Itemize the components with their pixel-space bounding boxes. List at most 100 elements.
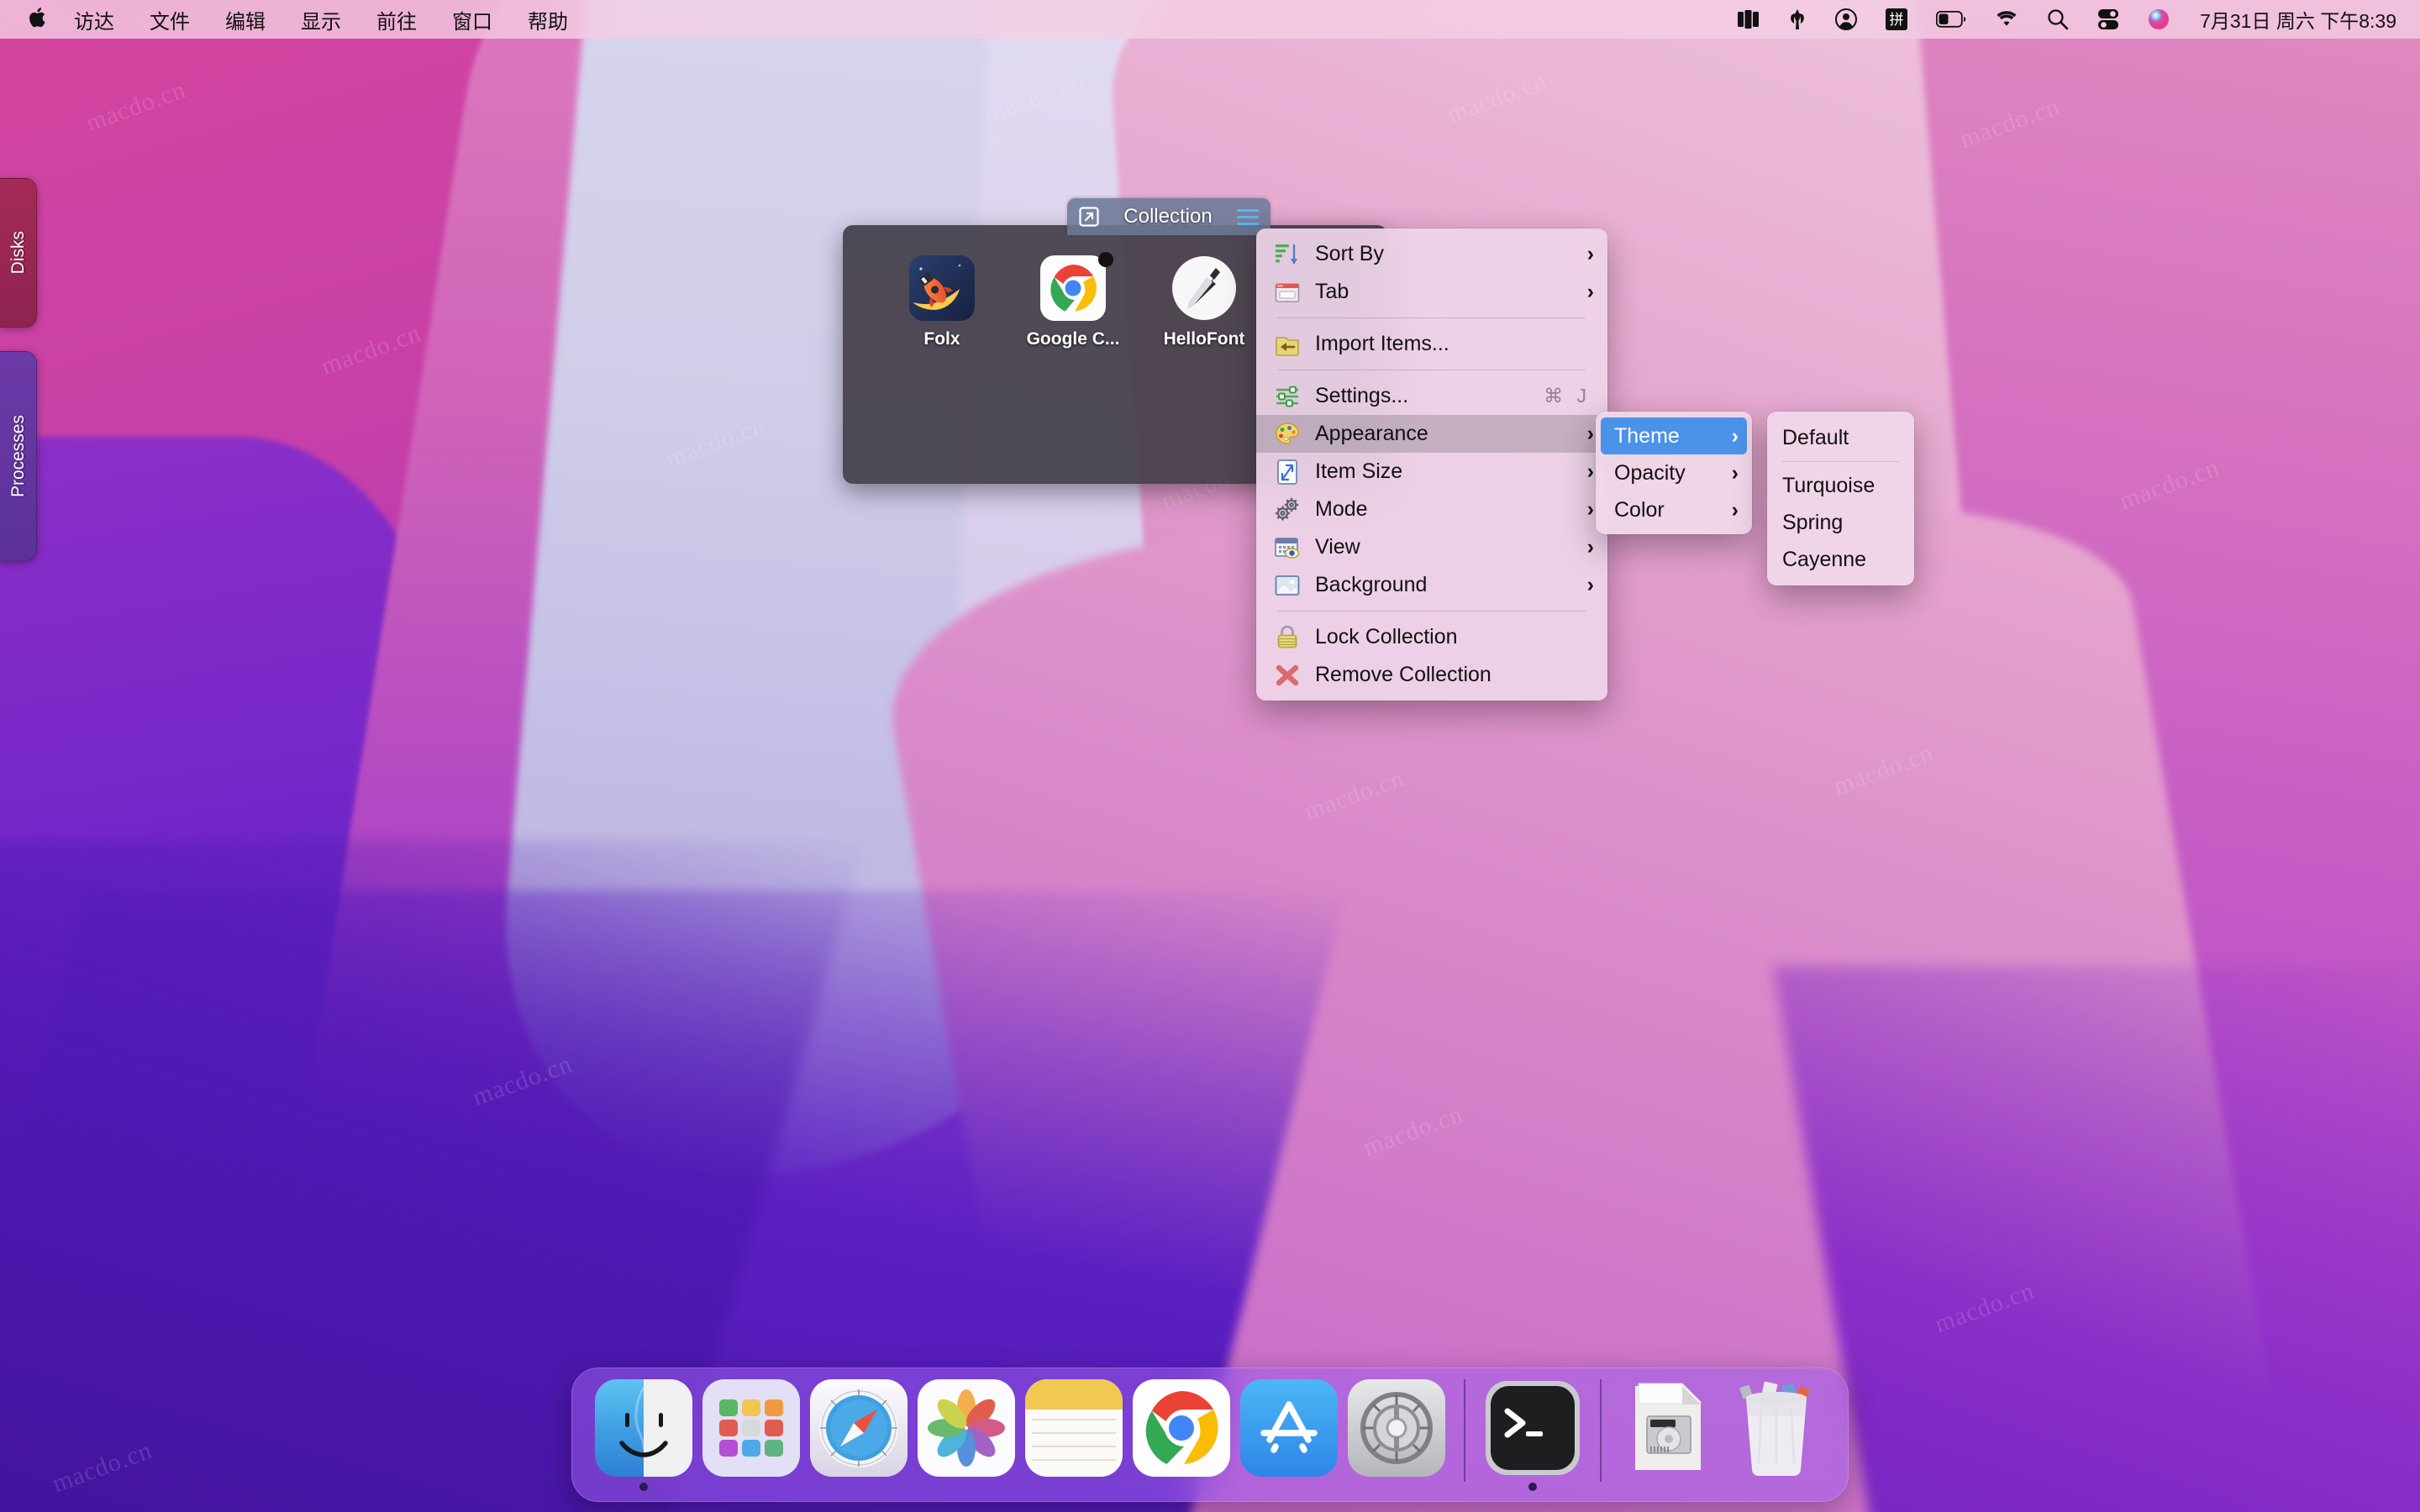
view-eye-icon [1273,533,1302,562]
menu-item-background[interactable]: Background › [1256,566,1607,604]
sidebar-item-disks[interactable]: Disks [0,178,37,328]
wallpaper-ribbon [1772,966,2420,1512]
submenu-item-opacity[interactable]: Opacity › [1601,454,1747,491]
menu-item-import-items[interactable]: Import Items... [1256,325,1607,363]
google-chrome-icon[interactable] [1133,1379,1230,1477]
menubar-item-edit[interactable]: 编辑 [225,5,266,34]
trash-icon[interactable] [1728,1379,1825,1477]
collection-item-folx[interactable]: Folx [876,255,1007,484]
red-x-icon [1273,661,1302,690]
system-preferences-icon[interactable] [1348,1379,1445,1477]
menubar-item-help[interactable]: 帮助 [528,5,568,34]
chevron-right-icon: › [1587,422,1594,446]
user-account-icon[interactable] [1835,8,1857,30]
submenu-item-theme[interactable]: Theme › [1601,417,1747,454]
chevron-right-icon: › [1587,242,1594,266]
sidebar-item-processes[interactable]: Processes [0,351,37,561]
collection-title: Collection [1099,205,1237,228]
siri-icon[interactable] [2148,8,2170,30]
chevron-right-icon: › [1732,424,1739,449]
chevron-right-icon: › [1587,280,1594,304]
menu-item-mode[interactable]: Mode › [1256,491,1607,528]
submenu-item-label: Color [1614,498,1732,522]
theme-item-spring[interactable]: Spring [1767,504,1914,541]
search-icon[interactable] [2047,8,2069,30]
finder-icon[interactable] [595,1379,692,1477]
photos-icon[interactable] [918,1379,1015,1477]
sidebar-item-disks-label: Disks [8,231,29,274]
chevron-right-icon: › [1587,573,1594,597]
theme-item-cayenne[interactable]: Cayenne [1767,541,1914,578]
menubar-item-view[interactable]: 显示 [301,5,341,34]
chevron-right-icon: › [1732,461,1739,486]
control-center-icon[interactable] [2097,8,2119,30]
submenu-item-color[interactable]: Color › [1601,491,1747,528]
menu-item-label: Tab [1315,280,1581,304]
menubar-item-window[interactable]: 窗口 [452,5,492,34]
google-chrome-icon [1040,255,1106,321]
safari-icon[interactable] [810,1379,908,1477]
menu-item-label: Sort By [1315,242,1581,266]
menu-item-label: Background [1315,573,1581,597]
menu-item-label: Lock Collection [1315,625,1594,649]
menu-item-label: View [1315,535,1581,559]
menu-item-label: Mode [1315,497,1581,522]
menu-item-label: Appearance [1315,422,1581,446]
collection-title-bar[interactable]: Collection [1067,198,1270,235]
terminal-icon[interactable] [1484,1379,1581,1477]
app-store-icon[interactable] [1240,1379,1338,1477]
menubar-item-go[interactable]: 前往 [376,5,417,34]
menu-item-lock-collection[interactable]: Lock Collection [1256,618,1607,656]
palette-icon [1273,420,1302,449]
menu-item-tab[interactable]: Tab › [1256,273,1607,311]
expand-arrow-icon[interactable] [1079,207,1099,227]
notes-icon[interactable] [1025,1379,1123,1477]
dock-separator [1600,1379,1602,1482]
appearance-submenu[interactable]: Theme › Opacity › Color › [1596,412,1752,534]
disk-document-icon[interactable] [1620,1379,1718,1477]
chevron-right-icon: › [1587,459,1594,484]
menu-separator [1278,611,1586,612]
collection-item-chrome[interactable]: Google C... [1007,255,1139,484]
menubar-status-area: 拼 7月31日 周六 下午8:39 [1709,5,2420,34]
menu-item-remove-collection[interactable]: Remove Collection [1256,656,1607,694]
input-source-pinyin-icon[interactable]: 拼 [1886,8,1907,30]
menu-item-label: Settings... [1315,384,1544,408]
resize-arrow-icon [1273,458,1302,486]
theme-submenu[interactable]: Default Turquoise Spring Cayenne [1767,412,1914,585]
menu-item-label: Import Items... [1315,332,1594,356]
theme-item-default[interactable]: Default [1767,419,1914,456]
submenu-item-label: Opacity [1614,461,1732,486]
menubar-item-file[interactable]: 文件 [150,5,190,34]
dock-separator [1464,1379,1465,1482]
folx-app-icon [909,255,975,321]
chevron-right-icon: › [1587,535,1594,559]
settings-sliders-icon [1273,382,1302,411]
battery-icon[interactable] [1936,11,1966,28]
dock[interactable] [571,1368,1849,1502]
menubar-item-finder[interactable]: 访达 [74,5,114,34]
menu-item-item-size[interactable]: Item Size › [1256,453,1607,491]
import-items-icon [1273,330,1302,359]
menu-item-sort-by[interactable]: Sort By › [1256,235,1607,273]
gears-icon [1273,496,1302,524]
collection-item-hellofont[interactable]: HelloFont [1139,255,1270,484]
wifi-icon[interactable] [1995,10,2018,29]
menu-item-appearance[interactable]: Appearance › [1256,415,1607,453]
menubar-clock[interactable]: 7月31日 周六 下午8:39 [2200,5,2396,34]
menu-item-view[interactable]: View › [1256,528,1607,566]
collection-item-label: HelloFont [1139,329,1270,349]
launchpad-icon[interactable] [702,1379,800,1477]
menu-item-settings[interactable]: Settings... ⌘ J [1256,377,1607,415]
apple-logo-icon[interactable] [29,6,49,34]
mission-control-icon[interactable] [1738,9,1760,29]
padlock-icon [1273,623,1302,652]
collection-context-menu[interactable]: Sort By › Tab › Import Items... [1256,228,1607,701]
menu-item-shortcut: ⌘ J [1544,385,1591,407]
menu-item-label: Remove Collection [1315,663,1594,687]
bartender-icon[interactable] [1788,9,1807,29]
chevron-right-icon: › [1587,497,1594,522]
menu-bar[interactable]: 访达 文件 编辑 显示 前往 窗口 帮助 拼 [0,0,2420,39]
hamburger-menu-icon[interactable] [1237,205,1259,229]
theme-item-turquoise[interactable]: Turquoise [1767,467,1914,504]
